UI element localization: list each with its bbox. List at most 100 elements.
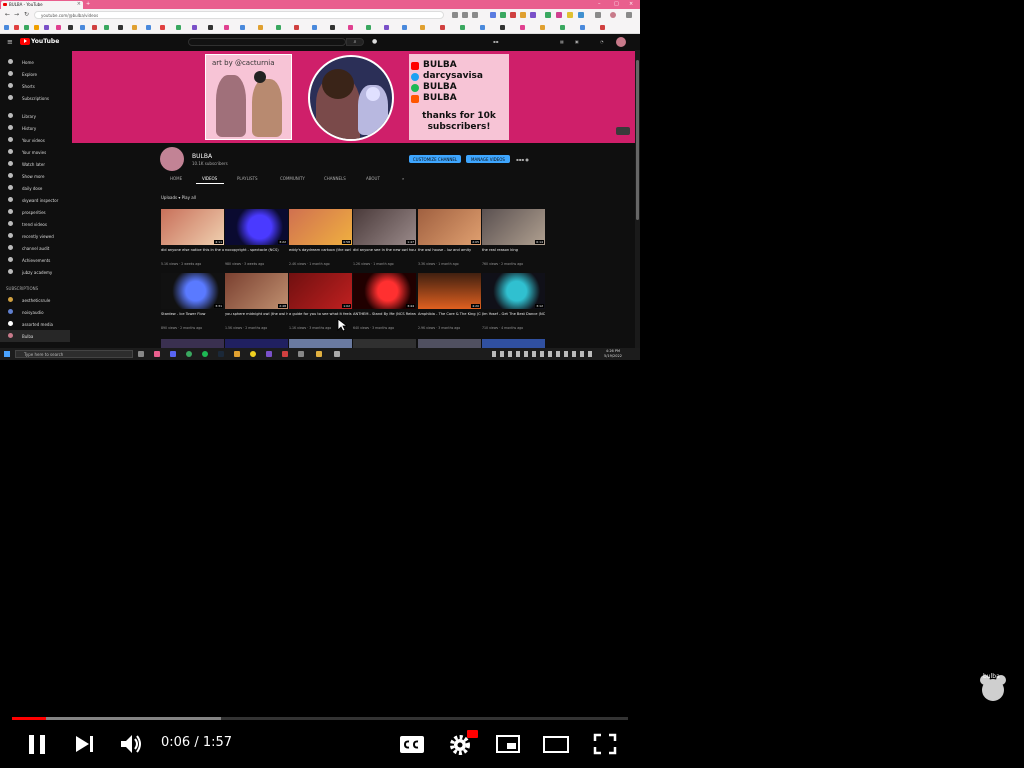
sidebar-item[interactable]: daily dose <box>0 182 70 194</box>
taskbar-search-input[interactable]: Type here to search <box>15 350 133 358</box>
bookmark-icon[interactable] <box>580 25 585 30</box>
video-title[interactable]: the real reason king <box>482 248 545 253</box>
bookmark-icon[interactable] <box>192 25 197 30</box>
video-thumbnail[interactable]: 1:47 <box>353 209 416 245</box>
close-tab-icon[interactable]: × <box>77 1 81 7</box>
search-icon[interactable]: ⌕ <box>346 38 364 46</box>
video-thumbnail[interactable]: 2:05 <box>418 209 481 245</box>
video-thumbnail[interactable]: 4:20 <box>418 273 481 309</box>
app-icon[interactable] <box>154 351 160 357</box>
bookmark-icon[interactable] <box>366 25 371 30</box>
subscription-item[interactable]: Bulba <box>0 330 70 342</box>
extension-icon[interactable] <box>567 12 573 18</box>
discord-icon[interactable] <box>170 351 176 357</box>
video-title[interactable]: a guide for you to see what it feels lik… <box>289 312 352 317</box>
video-thumbnail[interactable] <box>289 339 352 348</box>
bookmark-icon[interactable] <box>34 25 39 30</box>
apps-icon[interactable]: ▦ <box>560 39 564 44</box>
taskbar-clock[interactable]: 4:26 PM 5/19/2022 <box>604 349 622 359</box>
extensions-puzzle-icon[interactable] <box>595 12 601 18</box>
bookmark-icon[interactable] <box>258 25 263 30</box>
volume-icon[interactable] <box>116 728 146 760</box>
channel-stats-icon[interactable]: ▪▪▪ ● <box>516 157 529 162</box>
subscription-item[interactable]: aestheticsrule <box>0 294 70 306</box>
bookmark-icon[interactable] <box>92 25 97 30</box>
maximize-icon[interactable]: □ <box>614 1 619 7</box>
bookmark-icon[interactable] <box>146 25 151 30</box>
bookmark-icon[interactable] <box>402 25 407 30</box>
video-title[interactable]: did anyone see in the new owl house epis… <box>353 248 416 253</box>
bookmark-icon[interactable] <box>118 25 123 30</box>
browser-tab[interactable]: BULBA - YouTube × <box>1 1 83 9</box>
bookmark-icon[interactable] <box>24 25 29 30</box>
bookmark-icon[interactable] <box>600 25 605 30</box>
extension-icon[interactable] <box>510 12 516 18</box>
video-title[interactable]: Stardew - Ice Tower Flow <box>161 312 224 317</box>
bookmark-star-icon[interactable] <box>472 12 478 18</box>
tab-about[interactable]: ABOUT <box>366 176 380 181</box>
url-input[interactable]: youtube.com/@bulba/videos <box>34 11 444 19</box>
bookmark-icon[interactable] <box>224 25 229 30</box>
account-avatar[interactable] <box>616 37 626 47</box>
bookmark-icon[interactable] <box>560 25 565 30</box>
bookmark-icon[interactable] <box>440 25 445 30</box>
extension-icon[interactable] <box>490 12 496 18</box>
subscription-item[interactable]: noisyaudio <box>0 306 70 318</box>
bookmark-icon[interactable] <box>460 25 465 30</box>
bookmark-icon[interactable] <box>160 25 165 30</box>
app-icon[interactable] <box>334 351 340 357</box>
bookmark-icon[interactable] <box>500 25 505 30</box>
system-tray-icons[interactable] <box>492 351 592 357</box>
bookmark-icon[interactable] <box>294 25 299 30</box>
extension-icon[interactable] <box>556 12 562 18</box>
customize-channel-button[interactable]: CUSTOMIZE CHANNEL <box>409 155 461 163</box>
video-thumbnail[interactable] <box>225 339 288 348</box>
app-icon[interactable] <box>282 351 288 357</box>
channel-search-icon[interactable]: ⌕ <box>402 176 404 181</box>
sidebar-item[interactable]: Your movies <box>0 146 70 158</box>
tab-channels[interactable]: CHANNELS <box>324 176 346 181</box>
extension-icon[interactable] <box>578 12 584 18</box>
file-explorer-icon[interactable] <box>316 351 322 357</box>
sidebar-item[interactable]: recently viewed <box>0 230 70 242</box>
fullscreen-icon[interactable] <box>590 728 620 760</box>
zoom-icon[interactable] <box>452 12 458 18</box>
video-title[interactable]: Jim Yosef - Get The Best Dance (NCS) <box>482 312 545 317</box>
bookmark-icon[interactable] <box>520 25 525 30</box>
bookmark-icon[interactable] <box>384 25 389 30</box>
youtube-logo-text[interactable]: YouTube <box>31 38 59 45</box>
bookmark-icon[interactable] <box>276 25 281 30</box>
edit-banner-icon[interactable] <box>616 127 630 135</box>
video-thumbnail[interactable]: 3:12 <box>482 273 545 309</box>
sidebar-item[interactable]: jubzy academy <box>0 266 70 278</box>
video-thumbnail[interactable]: 4:11 <box>161 209 224 245</box>
browser-menu-icon[interactable] <box>626 12 632 18</box>
scrollbar-thumb[interactable] <box>636 60 639 220</box>
obs-icon[interactable] <box>266 351 272 357</box>
manage-videos-button[interactable]: MANAGE VIDEOS <box>466 155 510 163</box>
video-thumbnail[interactable]: 3:22 <box>225 209 288 245</box>
video-title[interactable]: ANTHEM - Stand By Me (NCS Release) <box>353 312 416 317</box>
forward-icon[interactable]: → <box>14 11 19 18</box>
next-icon[interactable] <box>69 728 99 760</box>
notifications-icon[interactable]: ▣ <box>575 39 579 44</box>
extension-icon[interactable] <box>545 12 551 18</box>
video-thumbnail[interactable]: 6:14 <box>482 209 545 245</box>
video-thumbnail[interactable] <box>418 339 481 348</box>
app-icon[interactable] <box>250 351 256 357</box>
sidebar-item[interactable]: Home <box>0 56 70 68</box>
video-thumbnail[interactable]: 2:48 <box>225 273 288 309</box>
new-tab-icon[interactable]: + <box>86 1 90 7</box>
video-thumbnail[interactable]: 3:31 <box>161 273 224 309</box>
bookmark-icon[interactable] <box>312 25 317 30</box>
bookmark-icon[interactable] <box>208 25 213 30</box>
sidebar-item[interactable]: prosperities <box>0 206 70 218</box>
video-thumbnail[interactable] <box>353 339 416 348</box>
bookmark-icon[interactable] <box>240 25 245 30</box>
bookmark-icon[interactable] <box>540 25 545 30</box>
channel-watermark[interactable]: bulba <box>978 670 1008 702</box>
app-icon[interactable] <box>234 351 240 357</box>
back-icon[interactable]: ← <box>5 11 10 18</box>
extension-icon[interactable] <box>530 12 536 18</box>
video-thumbnail[interactable] <box>161 339 224 348</box>
